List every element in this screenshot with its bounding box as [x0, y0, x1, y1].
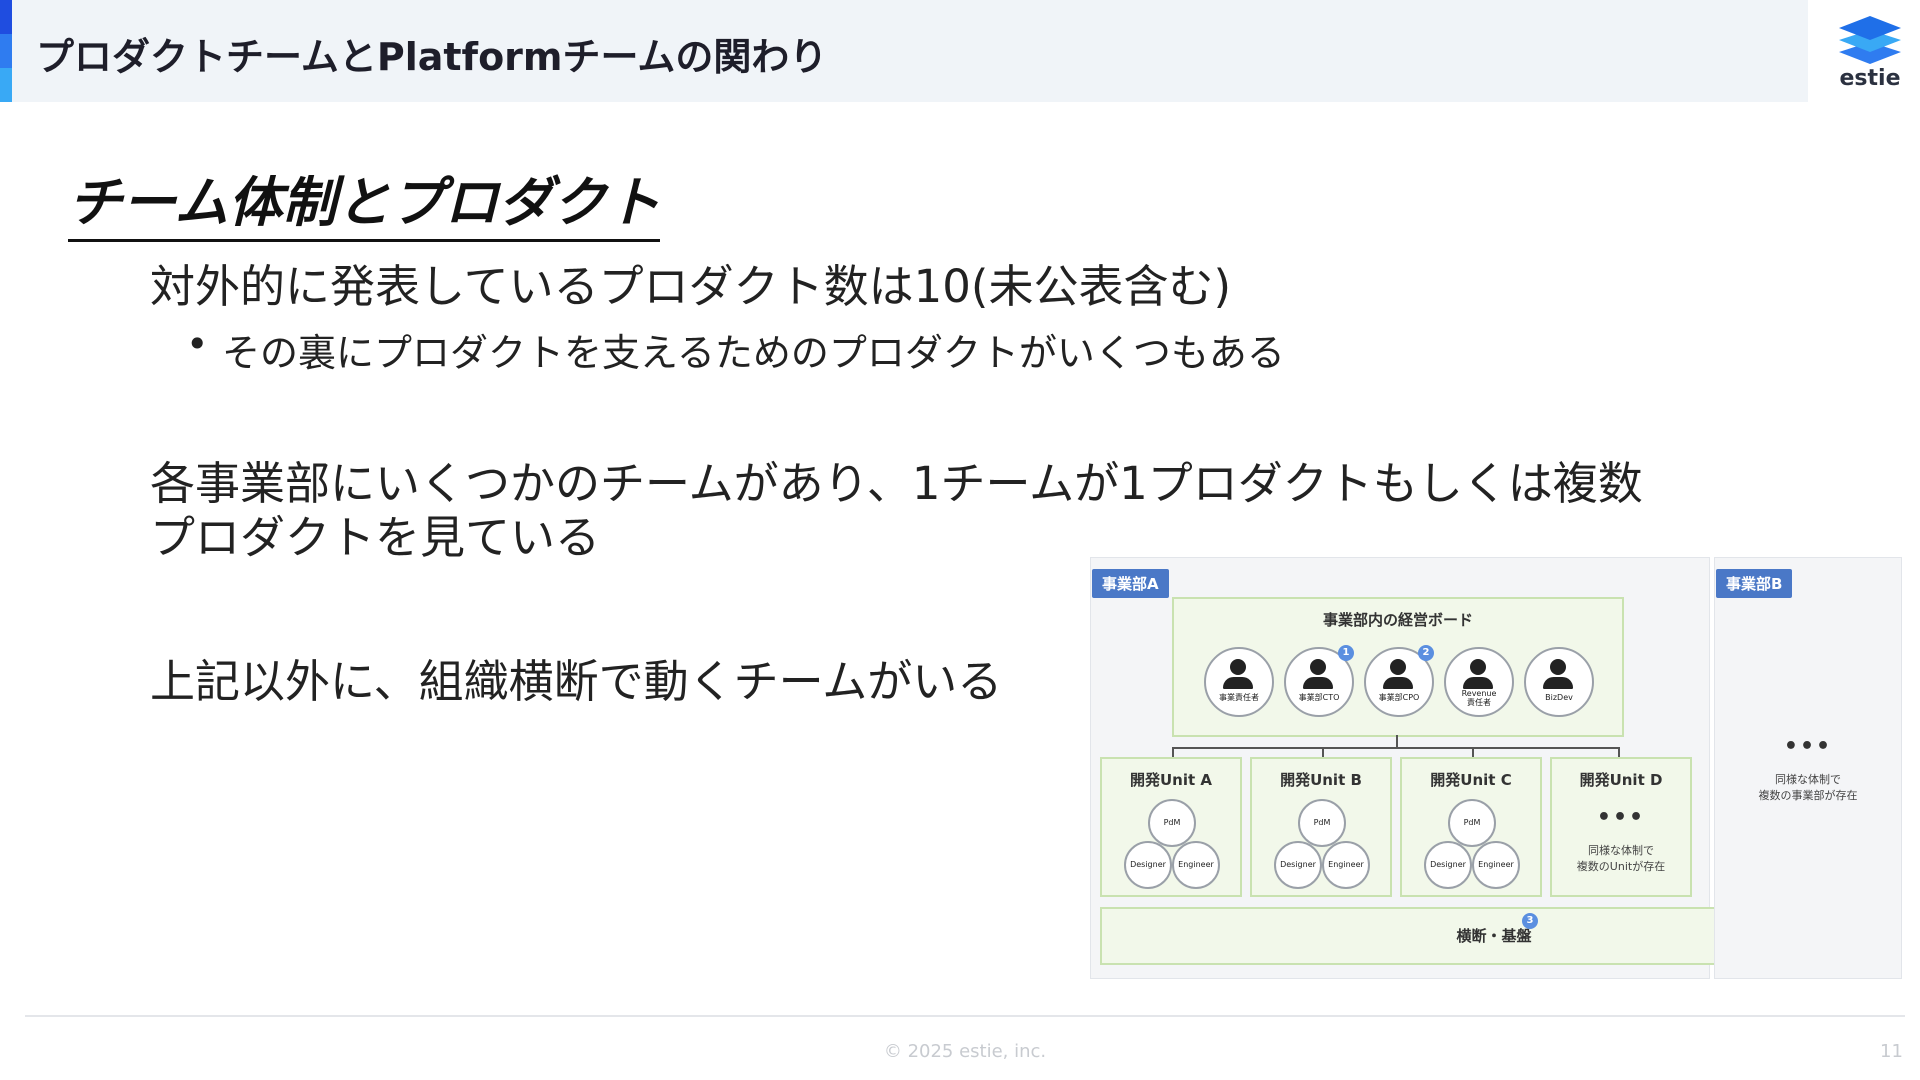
designer-role: Designer	[1124, 841, 1172, 889]
more-ellipsis: •••	[1783, 734, 1833, 759]
division-b-tag: 事業部B	[1716, 569, 1793, 598]
estie-logo: estie	[1835, 12, 1905, 92]
unit-d-note-1: 同様な体制で	[1588, 844, 1654, 857]
stack-layers-icon	[1839, 16, 1901, 64]
copyright: © 2025 estie, inc.	[883, 1041, 1047, 1062]
dev-unit-c: 開発Unit C PdM Designer Engineer	[1400, 757, 1542, 897]
division-b-note-2: 複数の事業部が存在	[1758, 789, 1858, 802]
division-b-note-1: 同様な体制で	[1775, 773, 1841, 786]
person-icon	[1230, 659, 1246, 675]
unit-title: 開発Unit A	[1129, 771, 1212, 789]
connector-line	[1172, 747, 1174, 757]
person-icon	[1550, 659, 1566, 675]
section-title: チーム体制とプロダクト	[68, 158, 661, 242]
board-member-label: Revenue 責任者	[1461, 689, 1497, 707]
engineer-role: Engineer	[1322, 841, 1370, 889]
connector-line	[1322, 747, 1324, 757]
badge-3: 3	[1522, 913, 1538, 929]
engineer-role: Engineer	[1172, 841, 1220, 889]
point-1: 対外的に発表しているプロダクト数は10(未公表含む)	[150, 260, 1232, 313]
unit-title: 開発Unit C	[1430, 771, 1512, 789]
point-2-line-1: 各事業部にいくつかのチームがあり、1チームが1プロダクトもしくは複数	[150, 457, 1643, 510]
board-member: BizDev	[1524, 647, 1594, 717]
header-accent-bar-3	[0, 68, 12, 102]
footer-divider	[25, 1015, 1905, 1017]
board-member-label: 事業部CPO	[1378, 693, 1420, 702]
slide-title: プロダクトチームとPlatformチームの関わり	[36, 35, 828, 79]
person-icon	[1470, 659, 1486, 675]
unit-d-note-2: 複数のUnitが存在	[1576, 860, 1666, 873]
board-member-label: 事業部CTO	[1298, 693, 1340, 702]
dev-unit-b: 開発Unit B PdM Designer Engineer	[1250, 757, 1392, 897]
pdm-role: PdM	[1148, 799, 1196, 847]
designer-role: Designer	[1274, 841, 1322, 889]
person-icon	[1310, 659, 1326, 675]
point-2-line-2: プロダクトを見ている	[150, 511, 601, 564]
header-accent-bar-2	[0, 34, 12, 68]
board-member: Revenue 責任者	[1444, 647, 1514, 717]
pdm-role: PdM	[1448, 799, 1496, 847]
pdm-role: PdM	[1298, 799, 1346, 847]
header-accent-bar-1	[0, 0, 12, 34]
point-1-sub-bullet: • その裏にプロダクトを支えるためのプロダクトがいくつもある	[186, 322, 1285, 377]
point-1-sub-text: その裏にプロダクトを支えるためのプロダクトがいくつもある	[222, 331, 1285, 375]
org-diagram: 事業部A 事業部内の経営ボード 事業責任者 事業部CTO 1 事業部CPO 2 …	[1090, 557, 1910, 979]
connector-line	[1472, 747, 1474, 757]
engineer-role: Engineer	[1472, 841, 1520, 889]
logo-text: estie	[1839, 66, 1901, 91]
unit-title: 開発Unit B	[1280, 771, 1362, 789]
connector-line	[1618, 747, 1620, 757]
board-member-label: 事業責任者	[1219, 693, 1259, 702]
designer-role: Designer	[1424, 841, 1472, 889]
unit-title: 開発Unit D	[1579, 771, 1663, 789]
slide-header: プロダクトチームとPlatformチームの関わり	[0, 0, 1808, 102]
board-title: 事業部内の経営ボード	[1322, 611, 1473, 629]
division-a-tag: 事業部A	[1092, 569, 1169, 598]
division-b-panel: ••• 同様な体制で 複数の事業部が存在	[1714, 557, 1902, 979]
page-number: 11	[1880, 1041, 1903, 1062]
connector-line	[1172, 747, 1620, 749]
badge-1: 1	[1338, 645, 1354, 661]
dev-unit-d: 開発Unit D ••• 同様な体制で 複数のUnitが存在	[1550, 757, 1692, 897]
board-member-label: BizDev	[1545, 693, 1573, 702]
more-ellipsis: •••	[1596, 805, 1646, 830]
badge-2: 2	[1418, 645, 1434, 661]
management-board: 事業部内の経営ボード 事業責任者 事業部CTO 1 事業部CPO 2 Reven…	[1172, 597, 1624, 737]
connector-line	[1396, 735, 1398, 747]
point-3: 上記以外に、組織横断で動くチームがいる	[150, 655, 1003, 708]
board-member: 事業責任者	[1204, 647, 1274, 717]
dev-unit-a: 開発Unit A PdM Designer Engineer	[1100, 757, 1242, 897]
bullet-dot: •	[186, 322, 209, 366]
person-icon	[1390, 659, 1406, 675]
